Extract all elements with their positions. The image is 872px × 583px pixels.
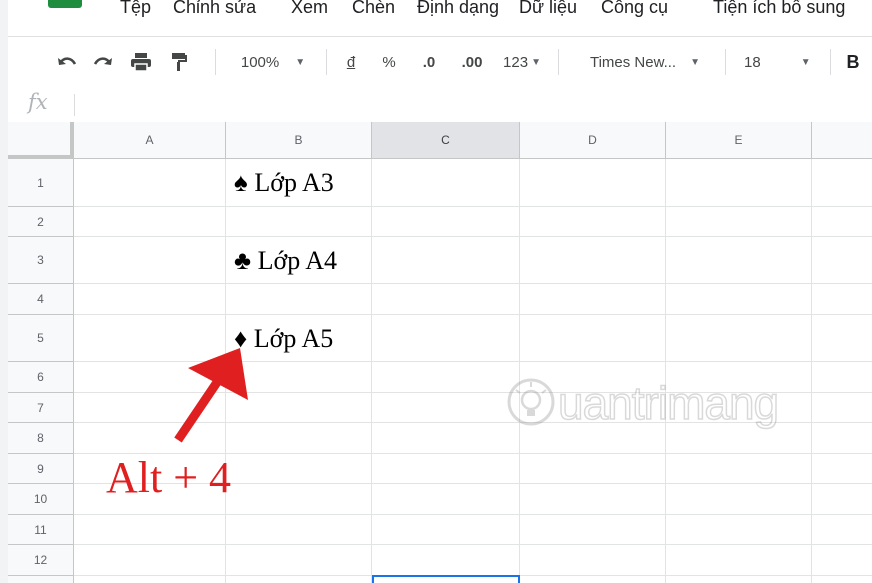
cell-b3[interactable]: ♣ Lớp A4 bbox=[226, 237, 374, 284]
row-header-13[interactable] bbox=[8, 576, 74, 583]
watermark-text: uantrimang bbox=[557, 376, 780, 430]
row-header-11[interactable]: 11 bbox=[8, 515, 74, 545]
gridline bbox=[74, 236, 872, 237]
row-header-12[interactable]: 12 bbox=[8, 545, 74, 576]
redo-button[interactable] bbox=[88, 37, 118, 87]
formula-bar: fx bbox=[8, 86, 872, 123]
column-header-d[interactable]: D bbox=[520, 122, 666, 159]
more-formats-label: 123 bbox=[503, 53, 529, 71]
toolbar-divider bbox=[326, 49, 327, 75]
formula-input[interactable] bbox=[82, 86, 872, 122]
zoom-select[interactable]: 100% ▼ bbox=[230, 37, 316, 87]
increase-decimal-label: .00 bbox=[461, 53, 483, 71]
spreadsheet-window: Tệp Chỉnh sửa Xem Chèn Định dạng Dữ liệu… bbox=[0, 0, 872, 583]
print-icon bbox=[131, 53, 151, 72]
bold-button[interactable]: B bbox=[840, 37, 866, 87]
toolbar-divider bbox=[558, 49, 559, 75]
toolbar: 100% ▼ đ % .0 .00 123 ▼ Times New... ▼ 1… bbox=[8, 36, 872, 88]
column-header-b[interactable]: B bbox=[226, 122, 372, 159]
gridline bbox=[74, 314, 872, 315]
undo-icon bbox=[58, 57, 77, 65]
select-all-corner[interactable] bbox=[8, 122, 74, 159]
row-header-3[interactable]: 3 bbox=[8, 237, 74, 284]
decrease-decimal-button[interactable]: .0 bbox=[414, 37, 444, 87]
column-header-e[interactable]: E bbox=[666, 122, 812, 159]
decrease-decimal-label: .0 bbox=[422, 53, 436, 71]
gridline bbox=[74, 206, 872, 207]
row-header-5[interactable]: 5 bbox=[8, 315, 74, 362]
bold-label: B bbox=[846, 51, 860, 72]
chevron-down-icon: ▼ bbox=[690, 56, 701, 68]
row-header-9[interactable]: 9 bbox=[8, 454, 74, 484]
menu-format[interactable]: Định dạng bbox=[417, 0, 499, 18]
row-header-6[interactable]: 6 bbox=[8, 362, 74, 393]
toolbar-divider bbox=[725, 49, 726, 75]
font-family-select[interactable]: Times New... ▼ bbox=[572, 37, 718, 87]
increase-decimal-button[interactable]: .00 bbox=[454, 37, 490, 87]
chevron-down-icon: ▼ bbox=[800, 56, 811, 68]
redo-icon bbox=[93, 57, 112, 65]
row-header-8[interactable]: 8 bbox=[8, 423, 74, 454]
sheets-logo bbox=[48, 0, 82, 8]
menu-edit[interactable]: Chỉnh sửa bbox=[173, 0, 256, 18]
menu-tools[interactable]: Công cụ bbox=[601, 0, 668, 18]
menu-file[interactable]: Tệp bbox=[120, 0, 151, 18]
row-header-4[interactable]: 4 bbox=[8, 284, 74, 315]
menu-data[interactable]: Dữ liệu bbox=[519, 0, 577, 18]
gridline bbox=[74, 283, 872, 284]
selected-cell-c13[interactable] bbox=[372, 575, 520, 583]
red-arrow-icon bbox=[174, 348, 248, 443]
paint-format-icon bbox=[172, 53, 187, 71]
formula-divider bbox=[74, 94, 75, 116]
column-header-c[interactable]: C bbox=[372, 122, 520, 159]
chevron-down-icon: ▼ bbox=[531, 56, 541, 68]
menu-bar: Tệp Chỉnh sửa Xem Chèn Định dạng Dữ liệu… bbox=[8, 0, 872, 28]
currency-format-button[interactable]: đ bbox=[340, 37, 362, 87]
gridline bbox=[74, 514, 872, 515]
toolbar-divider bbox=[830, 49, 831, 75]
font-size-value: 18 bbox=[744, 53, 761, 71]
chevron-down-icon: ▼ bbox=[295, 56, 306, 68]
print-button[interactable] bbox=[126, 37, 156, 87]
fx-icon: fx bbox=[28, 90, 48, 114]
paint-format-button[interactable] bbox=[164, 37, 194, 87]
menu-insert[interactable]: Chèn bbox=[352, 0, 395, 18]
gridline bbox=[74, 544, 872, 545]
cell-b1[interactable]: ♠ Lớp A3 bbox=[226, 159, 374, 207]
currency-symbol: đ bbox=[346, 53, 356, 71]
more-formats-button[interactable]: 123 ▼ bbox=[496, 37, 548, 87]
column-header-f[interactable] bbox=[812, 122, 872, 159]
row-header-2[interactable]: 2 bbox=[8, 207, 74, 237]
spreadsheet-grid: A B C D E 1 2 3 4 5 6 7 8 9 10 11 12 ♠ L… bbox=[8, 122, 872, 583]
gridline bbox=[371, 159, 372, 583]
menu-addons[interactable]: Tiện ích bổ sung bbox=[713, 0, 845, 18]
lightbulb-logo-icon bbox=[507, 378, 555, 426]
percent-symbol: % bbox=[382, 53, 396, 71]
shortcut-annotation: Alt + 4 bbox=[106, 453, 232, 502]
row-header-10[interactable]: 10 bbox=[8, 484, 74, 515]
font-family-value: Times New... bbox=[589, 53, 677, 71]
column-header-a[interactable]: A bbox=[74, 122, 226, 159]
menu-view[interactable]: Xem bbox=[291, 0, 328, 18]
row-header-1[interactable]: 1 bbox=[8, 159, 74, 207]
percent-format-button[interactable]: % bbox=[378, 37, 400, 87]
row-header-7[interactable]: 7 bbox=[8, 393, 74, 423]
font-size-select[interactable]: 18 ▼ bbox=[736, 37, 828, 87]
zoom-value: 100% bbox=[240, 53, 280, 71]
quantrimang-watermark: uantrimang bbox=[506, 370, 836, 440]
undo-button[interactable] bbox=[52, 37, 82, 87]
toolbar-divider bbox=[215, 49, 216, 75]
